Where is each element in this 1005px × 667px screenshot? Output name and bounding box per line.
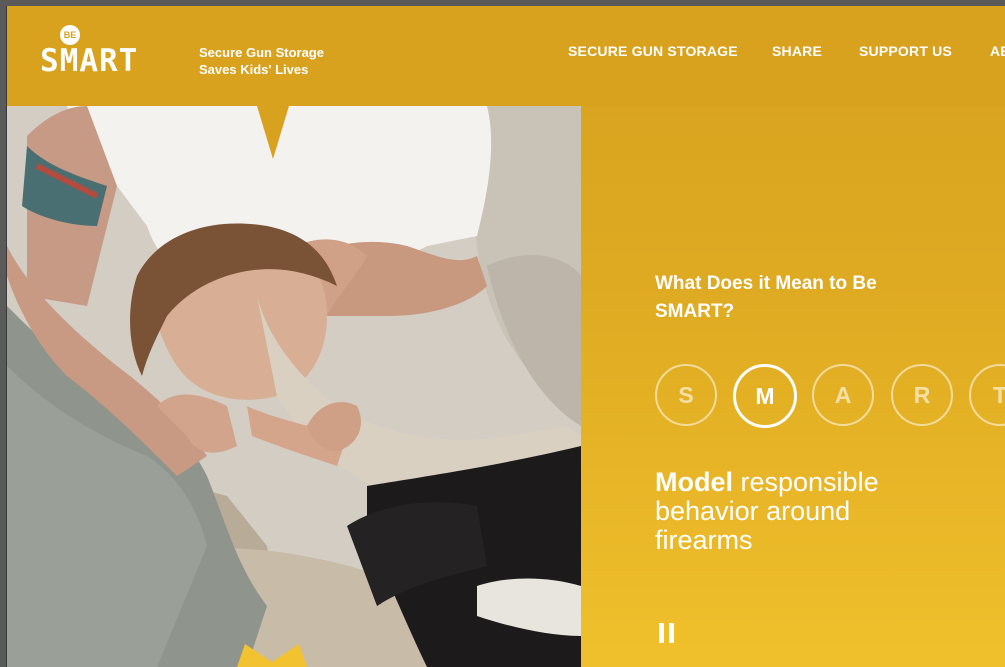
letter-a-button[interactable]: A — [812, 364, 874, 426]
site-header: BE SMART Secure Gun Storage Saves Kids' … — [7, 6, 1005, 106]
header-pointer-notch — [257, 106, 289, 159]
statement-keyword: Model — [655, 467, 733, 497]
site-tagline: Secure Gun Storage Saves Kids' Lives — [199, 44, 324, 78]
letter-t-button[interactable]: T — [969, 364, 1005, 426]
hero-statement: Model responsible behavior around firear… — [655, 468, 955, 555]
browser-viewport: BE SMART Secure Gun Storage Saves Kids' … — [6, 6, 1005, 667]
nav-share[interactable]: SHARE — [772, 43, 822, 59]
nav-secure-gun-storage[interactable]: SECURE GUN STORAGE — [568, 43, 738, 59]
pause-icon[interactable] — [659, 623, 675, 643]
hero-photo — [7, 106, 581, 667]
chevron-marker-icon — [237, 644, 307, 667]
logo-wordmark: SMART — [40, 43, 139, 79]
nav-support-us[interactable]: SUPPORT US — [859, 43, 952, 59]
hero-photo-illustration — [7, 106, 581, 667]
letter-m-button[interactable]: M — [733, 364, 797, 428]
hero-question: What Does it Mean to Be SMART? — [655, 273, 877, 322]
nav-about[interactable]: AB — [990, 43, 1005, 59]
tagline-line-2: Saves Kids' Lives — [199, 62, 309, 77]
tagline-line-1: Secure Gun Storage — [199, 45, 324, 60]
be-smart-logo[interactable]: BE SMART — [40, 25, 150, 83]
letter-s-button[interactable]: S — [655, 364, 717, 426]
letter-r-button[interactable]: R — [891, 364, 953, 426]
